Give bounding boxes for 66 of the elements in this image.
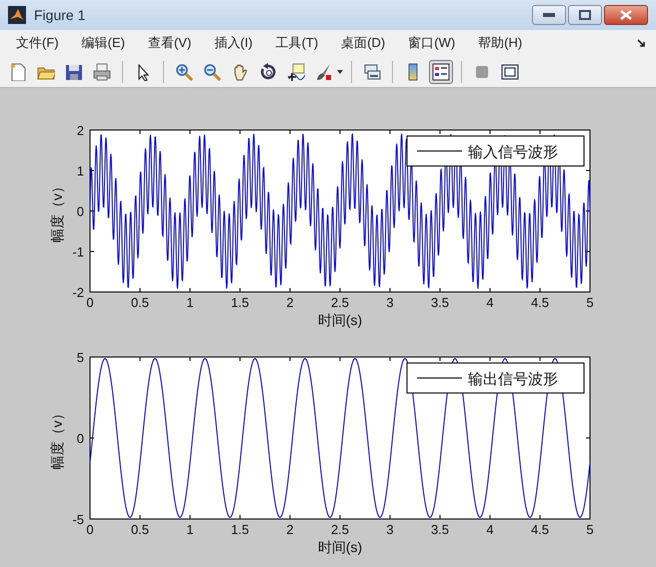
frame-icon <box>501 62 519 80</box>
axis-label: 幅度（v） <box>49 180 65 242</box>
close-button[interactable] <box>604 5 648 25</box>
tick-label: -5 <box>72 512 84 527</box>
axis-label: 时间(s) <box>318 539 362 555</box>
menu-item[interactable]: 帮助(H) <box>472 33 528 53</box>
tick-label: 4 <box>486 295 494 310</box>
tick-label: 1.5 <box>230 522 250 537</box>
axis-label: 幅度（v） <box>49 406 65 470</box>
tick-label: 2.5 <box>330 522 350 537</box>
tick-label: -1 <box>72 244 84 260</box>
tick-label: 2 <box>286 522 294 537</box>
legend-label: 输出信号波形 <box>468 371 558 388</box>
tick-label: 4 <box>486 522 494 537</box>
file-icon <box>9 62 27 80</box>
rotate-icon <box>259 62 277 80</box>
tick-label: 0 <box>86 295 94 310</box>
tick-label: 2 <box>76 123 84 138</box>
restore-icon <box>579 10 591 20</box>
tick-label: 1 <box>186 522 194 537</box>
tick-label: 3 <box>386 522 394 537</box>
maximize-button[interactable] <box>568 5 602 25</box>
link-icon <box>363 62 381 80</box>
menu-item[interactable]: 窗口(W) <box>402 33 462 53</box>
tick-label: 0 <box>76 204 84 219</box>
close-icon <box>620 10 632 20</box>
caret-icon <box>337 70 343 74</box>
tick-label: 5 <box>586 522 594 537</box>
tick-label: 1.5 <box>230 295 250 310</box>
data-cursor-icon <box>287 62 305 80</box>
tick-label: 0.5 <box>130 295 150 310</box>
tick-label: 4.5 <box>530 522 550 537</box>
printer-icon <box>93 62 111 80</box>
legend-line <box>416 150 462 152</box>
tick-label: 3.5 <box>430 522 450 537</box>
menu-item[interactable]: 工具(T) <box>270 33 324 53</box>
axis-label: 时间(s) <box>318 312 362 328</box>
app-icon <box>8 6 26 24</box>
dock-arrow-icon <box>637 38 646 48</box>
tick-label: 0.5 <box>130 522 150 537</box>
tick-label: 0 <box>86 522 94 537</box>
window-title: Figure 1 <box>34 6 86 25</box>
toolbar-button[interactable] <box>429 60 453 84</box>
tick-label: -2 <box>72 285 84 300</box>
zoom-in-icon <box>175 62 193 80</box>
tick-label: 5 <box>586 295 594 310</box>
tick-label: 5 <box>76 350 84 365</box>
menu-item[interactable]: 文件(F) <box>10 33 65 53</box>
menu-item[interactable]: 插入(I) <box>208 33 259 53</box>
tick-label: 3.5 <box>430 295 450 310</box>
menu-item[interactable]: 编辑(E) <box>76 33 131 53</box>
legend-label: 输入信号波形 <box>468 144 558 161</box>
tick-label: 2.5 <box>330 295 350 310</box>
tick-label: 1 <box>186 295 194 310</box>
minimize-icon <box>543 13 555 17</box>
menu-item[interactable]: 查看(V) <box>142 33 198 53</box>
tick-label: 1 <box>76 164 84 178</box>
tick-label: 4.5 <box>530 295 550 310</box>
menu-item[interactable]: 桌面(D) <box>335 33 392 53</box>
tick-label: 3 <box>386 295 394 310</box>
brush-icon <box>315 62 333 80</box>
tick-label: 0 <box>76 431 84 446</box>
tick-label: 2 <box>286 295 294 310</box>
legend-icon <box>432 62 450 80</box>
minimize-button[interactable] <box>532 5 566 25</box>
zoom-out-icon <box>203 62 221 80</box>
